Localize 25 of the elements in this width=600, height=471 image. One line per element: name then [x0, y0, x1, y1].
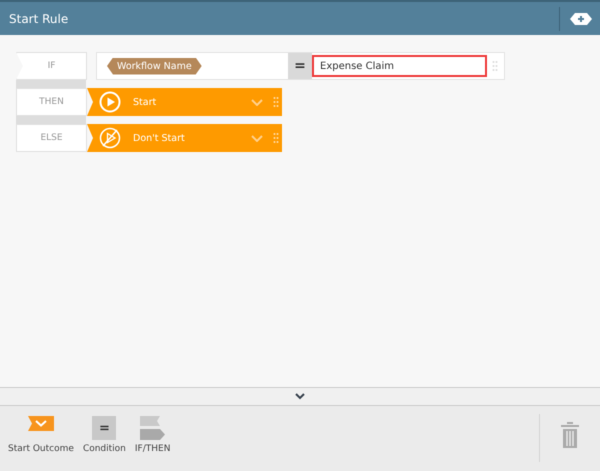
add-icon[interactable] — [570, 12, 592, 24]
window-title: Start Rule — [8, 12, 70, 26]
connector-bar — [16, 80, 86, 88]
value-field[interactable]: Expense Claim — [312, 55, 487, 77]
outcome-icon — [28, 416, 54, 431]
play-icon — [99, 91, 121, 113]
condition-icon: = — [92, 416, 116, 440]
drag-handle-icon[interactable] — [492, 60, 498, 72]
trash-icon[interactable] — [561, 422, 579, 448]
connector-bar — [16, 116, 86, 124]
branch-label: ELSE — [16, 124, 87, 152]
outcome-text: Don't Start — [133, 132, 186, 144]
if-label: IF — [16, 52, 87, 80]
toolbox-item[interactable]: Start Outcome — [8, 416, 74, 454]
if-then-icon — [140, 416, 166, 441]
condition-block[interactable]: Workflow Name = Expense Claim — [96, 52, 505, 80]
branch-label: THEN — [16, 88, 87, 116]
drag-handle-icon[interactable] — [273, 96, 279, 108]
toolbox-item[interactable]: IF/THEN — [134, 416, 170, 454]
chevron-down-icon[interactable] — [295, 393, 305, 400]
drag-handle-icon[interactable] — [273, 132, 279, 144]
no-play-icon — [99, 127, 121, 149]
operator[interactable]: = — [288, 53, 312, 79]
outcome-text: Start — [133, 96, 158, 108]
toolbox-item[interactable]: = Condition — [82, 416, 126, 454]
